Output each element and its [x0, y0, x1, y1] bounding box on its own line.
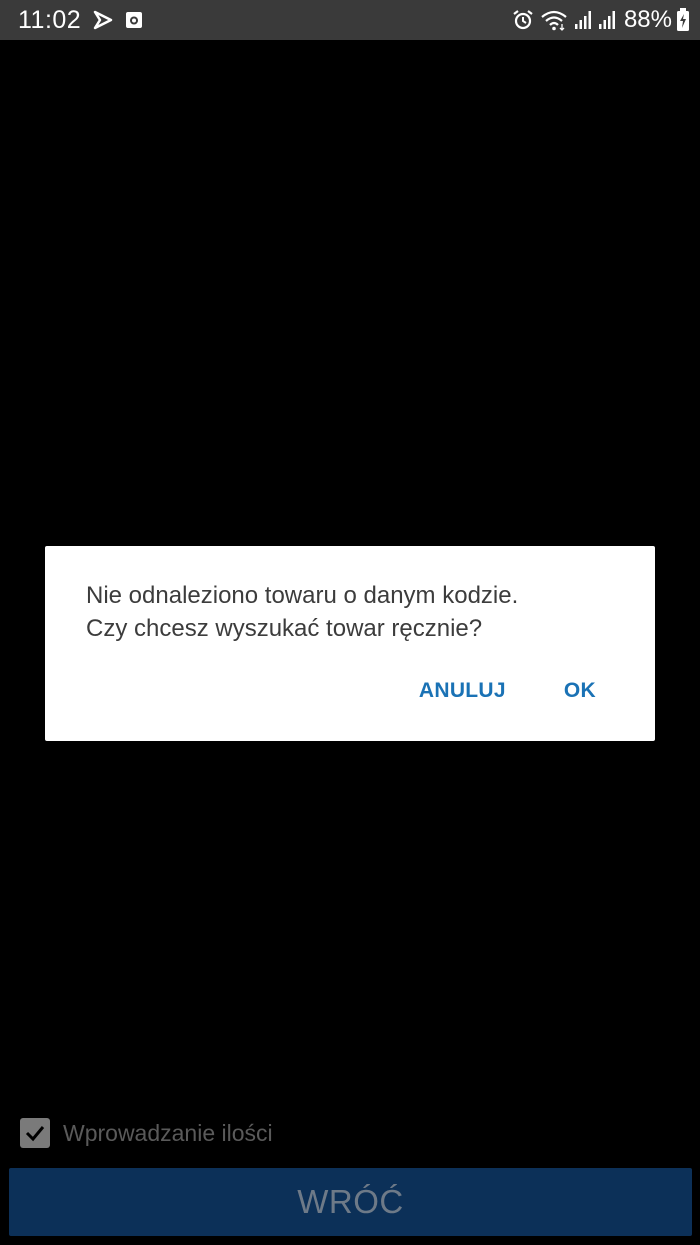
dialog-message-line: Nie odnaleziono towaru o danym kodzie. [86, 582, 519, 609]
dialog-actions: ANULUJ OK [419, 671, 655, 711]
navigation-icon [93, 10, 113, 30]
status-time: 11:02 [18, 5, 82, 34]
checkmark-icon [25, 1126, 45, 1142]
wifi-icon [540, 9, 568, 31]
status-bar: 11:02 88% [0, 0, 700, 40]
alert-dialog: Nie odnaleziono towaru o danym kodzie. C… [45, 546, 655, 741]
cancel-button[interactable]: ANULUJ [419, 679, 506, 703]
ok-button[interactable]: OK [564, 679, 596, 703]
dialog-message-line: Czy chcesz wyszukać towar ręcznie? [86, 615, 483, 642]
quantity-checkbox[interactable] [20, 1118, 50, 1148]
battery-percent: 88% [623, 6, 672, 33]
back-button[interactable]: WRÓĆ [9, 1168, 692, 1236]
signal-icon [598, 10, 616, 30]
signal-icon [574, 10, 592, 30]
screen: 11:02 88% Wprowadzanie ilości WRÓĆ Nie o… [0, 0, 700, 1245]
dialog-message: Nie odnaleziono towaru o danym kodzie. C… [86, 579, 626, 645]
quantity-checkbox-label: Wprowadzanie ilości [63, 1119, 273, 1146]
alarm-icon [512, 9, 534, 31]
status-right: 88% [512, 6, 690, 34]
camera-app-icon [125, 11, 143, 29]
battery-charging-icon [676, 8, 690, 32]
quantity-checkbox-row[interactable]: Wprowadzanie ilości [20, 1118, 273, 1148]
